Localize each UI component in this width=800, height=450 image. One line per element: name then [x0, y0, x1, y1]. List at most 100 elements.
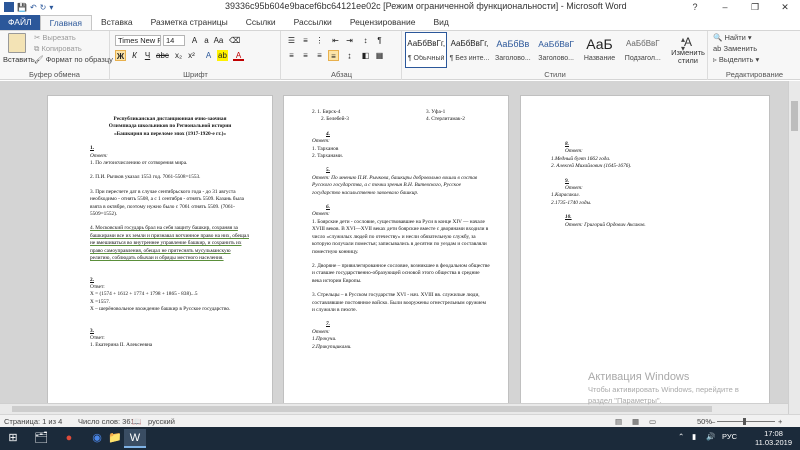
underline-icon[interactable]: Ч — [142, 50, 153, 61]
page-count[interactable]: Страница: 1 из 4 — [4, 417, 62, 426]
bold-icon[interactable]: Ж — [115, 50, 126, 61]
replace-label: Заменить — [723, 44, 758, 53]
highlight-icon[interactable]: ab — [217, 50, 228, 61]
restore-button[interactable]: ❐ — [740, 0, 770, 14]
document-area[interactable]: Республиканская дистанционная очно-заочн… — [0, 81, 800, 414]
language-indicator[interactable]: русский — [148, 417, 175, 426]
change-styles-button[interactable]: A Изменить стили — [668, 35, 708, 65]
tab-view[interactable]: Вид — [424, 15, 457, 30]
decrease-indent-icon[interactable]: ⇤ — [330, 35, 341, 46]
tab-insert[interactable]: Вставка — [92, 15, 142, 30]
answer-text: 2. П.И. Рычков указал 1553 год. 7061-550… — [90, 174, 201, 181]
word-count[interactable]: Число слов: 361 — [78, 417, 135, 426]
paragraph-group-label: Абзац — [330, 70, 353, 79]
answer-columns: 2. 1. Бирск-4 2. Белебей-3 3. Уфа-1 4. С… — [312, 109, 490, 124]
show-marks-icon[interactable]: ¶ — [374, 35, 385, 46]
align-left-icon[interactable]: ≡ — [286, 50, 297, 61]
answer-label: Ответ: — [312, 211, 330, 218]
start-icon[interactable]: ⊞ — [2, 429, 24, 448]
copy-button[interactable]: ⧉ Копировать — [34, 44, 82, 54]
zoom-in-button[interactable]: + — [778, 417, 782, 426]
select-button[interactable]: ▹ Выделить ▾ — [713, 55, 759, 64]
tab-references[interactable]: Ссылки — [237, 15, 285, 30]
customize-qat-icon[interactable]: ▾ — [49, 3, 53, 12]
volume-icon[interactable]: 🔊 — [706, 432, 715, 441]
multilevel-list-icon[interactable]: ⋮ — [314, 35, 325, 46]
horizontal-scroll-thumb[interactable] — [12, 406, 712, 412]
subscript-icon[interactable]: x₂ — [173, 50, 184, 61]
zoom-out-button[interactable]: – — [711, 417, 715, 426]
change-case-icon[interactable]: Aa — [213, 35, 224, 46]
zoom-slider[interactable] — [717, 421, 775, 422]
answer-text: Х – шерёновольное вхождение башкир в Рус… — [90, 306, 231, 313]
tab-home[interactable]: Главная — [39, 15, 92, 30]
help-button[interactable]: ? — [680, 0, 710, 14]
font-color-icon[interactable]: A — [233, 50, 244, 61]
bullets-icon[interactable]: ☰ — [286, 35, 297, 46]
increase-indent-icon[interactable]: ⇥ — [344, 35, 355, 46]
page-3[interactable]: 8. Ответ: 1.Медный бунт 1662 года. 2. Ал… — [520, 95, 770, 411]
justify-icon[interactable]: ≡ — [328, 50, 339, 61]
zoom-level[interactable]: 50% — [697, 417, 712, 426]
shading-icon[interactable]: ◧ — [360, 50, 371, 61]
read-mode-icon[interactable]: ▤ — [615, 417, 622, 426]
grow-font-icon[interactable]: A — [189, 35, 200, 46]
save-icon[interactable]: 💾 — [17, 3, 27, 12]
strikethrough-icon[interactable]: abc — [156, 50, 169, 61]
font-name-combo[interactable]: Times New Ro — [115, 35, 161, 46]
clipboard-group: Вставить ✂ Вырезать ⧉ Копировать 🖌 Форма… — [0, 31, 113, 80]
find-button[interactable]: 🔍 Найти ▾ — [713, 33, 752, 42]
minimize-button[interactable]: – — [710, 0, 740, 14]
vertical-scrollbar[interactable] — [788, 81, 800, 414]
redo-icon[interactable]: ↻ — [40, 3, 47, 12]
clear-format-icon[interactable]: ⌫ — [229, 35, 240, 46]
page-2[interactable]: 2. 1. Бирск-4 2. Белебей-3 3. Уфа-1 4. С… — [283, 95, 509, 411]
paste-button[interactable]: Вставить — [3, 33, 35, 64]
style-title[interactable]: АаБ Название — [578, 32, 620, 68]
clock[interactable]: 17:08 11.03.2019 — [755, 429, 792, 447]
line-spacing-icon[interactable]: ↨ — [344, 50, 355, 61]
text-effects-icon[interactable]: A — [203, 50, 214, 61]
style-subtitle[interactable]: АаБбВвГ Подзагол... — [622, 32, 664, 68]
opera-icon[interactable]: ● — [58, 429, 80, 448]
style-no-spacing[interactable]: АаБбВвГг, ¶ Без инте... — [448, 32, 490, 68]
italic-icon[interactable]: К — [129, 50, 140, 61]
vertical-scroll-thumb[interactable] — [791, 101, 798, 131]
tab-page-layout[interactable]: Разметка страницы — [142, 15, 237, 30]
align-right-icon[interactable]: ≡ — [314, 50, 325, 61]
undo-icon[interactable]: ↶ — [30, 3, 37, 12]
network-icon[interactable]: ▮ — [692, 432, 696, 441]
ribbon-tabs: ФАЙЛ Главная Вставка Разметка страницы С… — [0, 14, 800, 30]
cut-button[interactable]: ✂ Вырезать — [34, 33, 76, 42]
format-painter-button[interactable]: 🖌 Формат по образцу — [34, 55, 113, 64]
align-center-icon[interactable]: ≡ — [300, 50, 311, 61]
style-heading1[interactable]: АаБбВв Заголово... — [492, 32, 534, 68]
print-layout-icon[interactable]: ▦ — [632, 417, 639, 426]
numbering-icon[interactable]: ≡ — [300, 35, 311, 46]
word-taskbar-icon[interactable]: W — [124, 429, 146, 448]
proofing-icon[interactable]: 📖 — [132, 417, 141, 426]
close-button[interactable]: ✕ — [770, 0, 800, 14]
input-language[interactable]: РУС — [722, 432, 737, 441]
replace-button[interactable]: ab Заменить — [713, 44, 757, 53]
tray-chevron-icon[interactable]: ⌃ — [678, 432, 684, 441]
style-heading2[interactable]: АаБбВвГ Заголово... — [535, 32, 577, 68]
page-1[interactable]: Республиканская дистанционная очно-заочн… — [47, 95, 273, 411]
web-layout-icon[interactable]: ▭ — [649, 417, 656, 426]
shrink-font-icon[interactable]: a — [201, 35, 212, 46]
tab-mailings[interactable]: Рассылки — [285, 15, 341, 30]
zoom-slider-thumb[interactable] — [743, 418, 746, 425]
explorer-icon[interactable]: 🗂 — [30, 429, 52, 448]
sort-icon[interactable]: ↕ — [360, 35, 371, 46]
borders-icon[interactable]: ▦ — [374, 50, 385, 61]
tab-review[interactable]: Рецензирование — [341, 15, 425, 30]
question-number: 8. — [565, 141, 569, 147]
tab-file[interactable]: ФАЙЛ — [0, 15, 40, 30]
folder-icon[interactable]: 📁 — [104, 429, 126, 448]
style-normal[interactable]: АаБбВвГг, ¶ Обычный — [405, 32, 448, 68]
style-preview: АаБбВвГ — [625, 39, 660, 48]
window-title: 39336c95b604e9bacef6bc64121ee02c [Режим … — [225, 1, 627, 11]
ribbon: Вставить ✂ Вырезать ⧉ Копировать 🖌 Форма… — [0, 30, 800, 80]
superscript-icon[interactable]: x² — [186, 50, 197, 61]
font-size-combo[interactable]: 14 — [163, 35, 185, 46]
